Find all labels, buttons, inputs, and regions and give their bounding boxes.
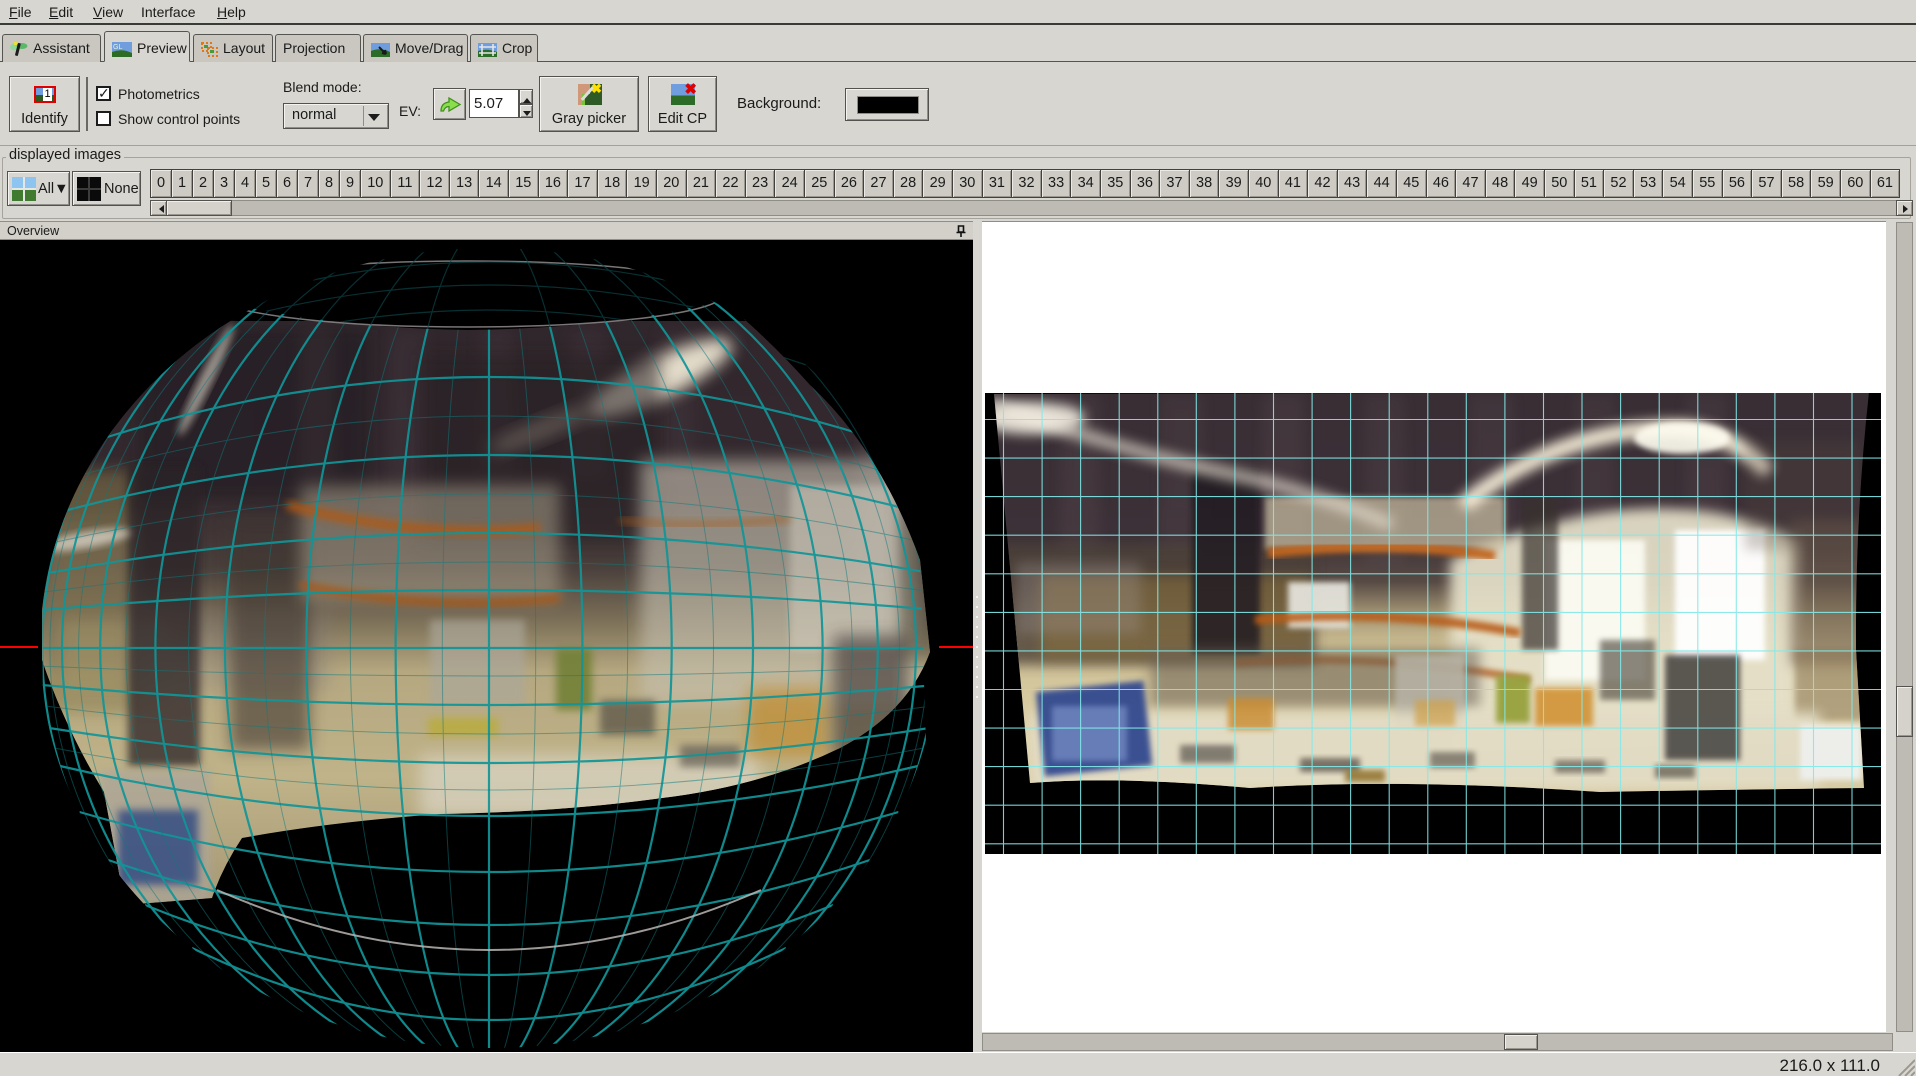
svg-text:GL: GL xyxy=(113,44,122,51)
